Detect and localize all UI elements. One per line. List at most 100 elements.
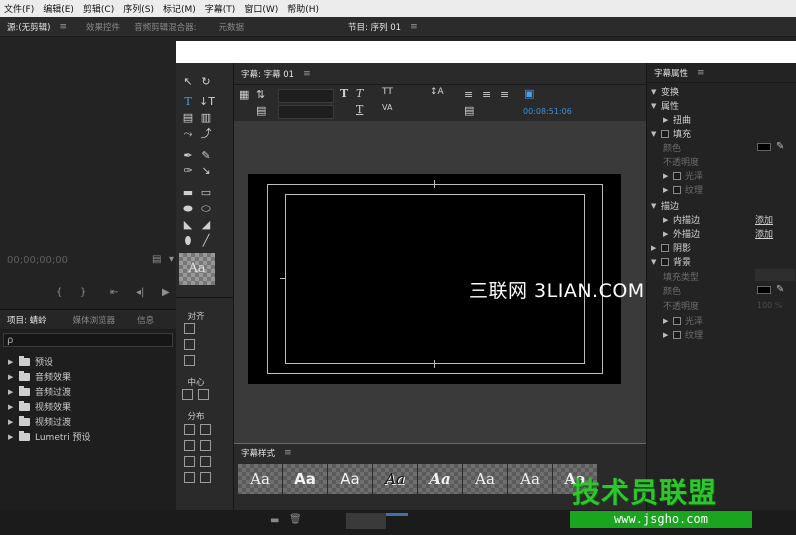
panel-menu-icon[interactable]: ≡ bbox=[410, 22, 418, 32]
fill-color-swatch[interactable] bbox=[757, 143, 771, 151]
distribute-icon[interactable] bbox=[200, 456, 211, 467]
prop-fill-texture[interactable]: ▶ 纹理 bbox=[663, 183, 703, 196]
tab-metadata[interactable]: 元数据 bbox=[211, 21, 251, 33]
tab-program[interactable]: 节目: 序列 01 bbox=[341, 21, 408, 33]
vertical-path-type-tool-icon[interactable]: ⤴ bbox=[199, 127, 213, 141]
font-style-dropdown[interactable] bbox=[278, 105, 334, 119]
title-style-swatch[interactable]: Aa bbox=[373, 464, 417, 494]
rounded-corner-tool-icon[interactable]: ⬭ bbox=[199, 202, 213, 216]
background-checkbox[interactable] bbox=[661, 257, 669, 266]
menu-title[interactable]: 字幕(T) bbox=[205, 2, 236, 15]
prop-bg-sheen[interactable]: ▶ 光泽 bbox=[663, 314, 703, 327]
prop-shadow[interactable]: ▶ 阴影 bbox=[651, 241, 691, 254]
add-anchor-tool-icon[interactable]: ✑ bbox=[181, 164, 195, 178]
bold-icon[interactable]: T bbox=[340, 87, 348, 100]
prop-fill-sheen[interactable]: ▶ 光泽 bbox=[663, 169, 703, 182]
distribute-icon[interactable] bbox=[184, 424, 195, 435]
menu-help[interactable]: 帮助(H) bbox=[287, 2, 319, 15]
title-style-swatch[interactable]: Aa bbox=[328, 464, 372, 494]
tab-title-designer[interactable]: 字幕: 字幕 01 bbox=[234, 68, 301, 80]
prop-strokes[interactable]: ▼ 描边 bbox=[651, 199, 679, 213]
list-item[interactable]: ▶ 音频效果 bbox=[0, 369, 176, 384]
sheen-checkbox[interactable] bbox=[673, 171, 681, 180]
tab-stops-icon[interactable]: ▤ bbox=[464, 104, 474, 117]
align-right-icon[interactable] bbox=[184, 355, 195, 366]
texture-checkbox[interactable] bbox=[673, 185, 681, 194]
align-left-icon[interactable] bbox=[184, 323, 195, 334]
list-item[interactable]: ▶ 预设 bbox=[0, 354, 176, 369]
vertical-type-tool-icon[interactable]: ↓T bbox=[199, 95, 215, 109]
playhead-indicator[interactable] bbox=[386, 513, 408, 516]
clipped-corner-tool-icon[interactable]: ⬬ bbox=[181, 202, 195, 216]
distribute-icon[interactable] bbox=[200, 472, 211, 483]
bg-opacity-value[interactable]: 100 % bbox=[757, 301, 782, 310]
panel-menu-icon[interactable]: ≡ bbox=[284, 448, 292, 458]
rotation-tool-icon[interactable]: ↻ bbox=[199, 75, 213, 89]
shadow-checkbox[interactable] bbox=[661, 243, 669, 252]
distribute-icon[interactable] bbox=[200, 424, 211, 435]
leading-icon[interactable]: ↕A bbox=[430, 87, 444, 97]
search-input[interactable]: ρ bbox=[3, 333, 173, 347]
mark-in-icon[interactable]: { bbox=[56, 287, 62, 298]
go-to-in-icon[interactable]: ⇤ bbox=[110, 287, 118, 298]
new-bin-icon[interactable]: ▬ bbox=[270, 515, 279, 526]
bg-texture-checkbox[interactable] bbox=[673, 330, 681, 339]
expand-icon[interactable]: ▶ bbox=[8, 373, 19, 381]
center-vertical-icon[interactable] bbox=[198, 389, 209, 400]
delete-anchor-tool-icon[interactable]: ✎ bbox=[199, 149, 213, 163]
tab-source[interactable]: 源:(无剪辑) bbox=[0, 21, 58, 33]
menu-file[interactable]: 文件(F) bbox=[4, 2, 34, 15]
prop-properties[interactable]: ▼ 属性 bbox=[651, 99, 679, 113]
mark-out-icon[interactable]: } bbox=[80, 287, 86, 298]
bg-color-swatch[interactable] bbox=[757, 286, 771, 294]
expand-icon[interactable]: ▶ bbox=[8, 433, 19, 441]
prop-transform[interactable]: ▼ 变换 bbox=[651, 85, 679, 99]
list-item[interactable]: ▶ 视频过渡 bbox=[0, 414, 176, 429]
background-timecode[interactable]: 00:08:51:06 bbox=[523, 107, 572, 116]
menu-clip[interactable]: 剪辑(C) bbox=[83, 2, 114, 15]
selection-tool-icon[interactable]: ↖ bbox=[181, 75, 195, 89]
title-style-swatch[interactable]: Aa bbox=[283, 464, 327, 494]
scrollbar-thumb[interactable] bbox=[346, 513, 386, 529]
distribute-icon[interactable] bbox=[200, 440, 211, 451]
title-style-swatch[interactable]: Aa bbox=[238, 464, 282, 494]
align-left-text-icon[interactable]: ≡ bbox=[464, 88, 473, 101]
panel-menu-icon[interactable]: ≡ bbox=[697, 68, 705, 78]
fill-checkbox[interactable] bbox=[661, 129, 669, 138]
eyedropper-icon[interactable]: ✎ bbox=[776, 284, 784, 295]
expand-icon[interactable]: ▶ bbox=[8, 418, 19, 426]
prop-bg-texture[interactable]: ▶ 纹理 bbox=[663, 328, 703, 341]
prop-outer-strokes[interactable]: ▶ 外描边 bbox=[663, 227, 700, 241]
panel-menu-icon[interactable]: ≡ bbox=[303, 69, 311, 79]
font-family-dropdown[interactable] bbox=[278, 89, 334, 103]
trash-icon[interactable]: 🗑 bbox=[289, 514, 302, 525]
kerning-icon[interactable]: VA bbox=[382, 103, 392, 112]
menu-sequence[interactable]: 序列(S) bbox=[123, 2, 154, 15]
roll-crawl-icon[interactable]: ⇅ bbox=[256, 88, 265, 101]
title-style-swatch[interactable]: Aa bbox=[463, 464, 507, 494]
expand-icon[interactable]: ▶ bbox=[8, 358, 19, 366]
tab-project[interactable]: 项目: 蜻蛉 bbox=[0, 314, 54, 326]
tab-media-browser[interactable]: 媒体浏览器 bbox=[66, 314, 123, 326]
title-style-swatch[interactable]: Aa bbox=[418, 464, 462, 494]
list-item[interactable]: ▶ Lumetri 预设 bbox=[0, 429, 176, 444]
rounded-rectangle-tool-icon[interactable]: ▭ bbox=[199, 186, 213, 200]
distribute-icon[interactable] bbox=[184, 440, 195, 451]
menu-marker[interactable]: 标记(M) bbox=[163, 2, 196, 15]
fill-type-dropdown[interactable] bbox=[755, 269, 795, 281]
menu-edit[interactable]: 编辑(E) bbox=[43, 2, 74, 15]
templates-icon[interactable]: ▤ bbox=[256, 104, 266, 117]
convert-anchor-tool-icon[interactable]: ↘ bbox=[199, 164, 213, 178]
tab-info[interactable]: 信息 bbox=[130, 314, 161, 326]
dropdown-icon[interactable]: ▾ bbox=[169, 254, 174, 265]
font-size-icon[interactable]: TT bbox=[382, 87, 393, 97]
settings-icon[interactable]: ▤ bbox=[152, 254, 161, 265]
tab-title-properties[interactable]: 字幕属性 bbox=[647, 67, 695, 79]
expand-icon[interactable]: ▶ bbox=[8, 388, 19, 396]
title-style-swatch[interactable]: Aa bbox=[508, 464, 552, 494]
prop-fill[interactable]: ▼ 填充 bbox=[651, 127, 691, 140]
list-item[interactable]: ▶ 视频效果 bbox=[0, 399, 176, 414]
play-icon[interactable]: ▶ bbox=[162, 287, 170, 298]
bg-sheen-checkbox[interactable] bbox=[673, 316, 681, 325]
tab-audio-clip-mixer[interactable]: 音频剪辑混合器: bbox=[127, 21, 203, 33]
